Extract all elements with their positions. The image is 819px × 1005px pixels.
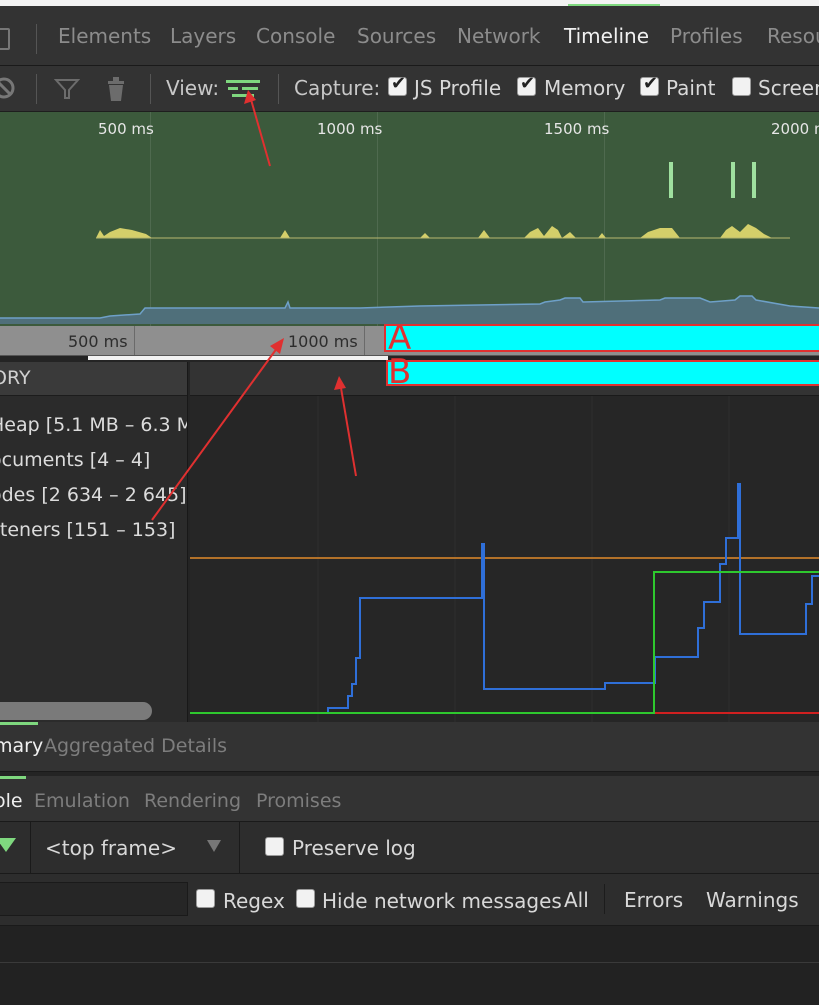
tab-separator (36, 24, 37, 54)
paint-label: Paint (666, 76, 716, 100)
drawer-tab-emulation[interactable]: Emulation (34, 790, 130, 812)
preserve-log-label: Preserve log (292, 836, 416, 860)
highlight-box-b (386, 360, 819, 386)
tab-summary[interactable]: mary (0, 735, 43, 757)
memory-label: Memory (544, 76, 626, 100)
hide-network-checkbox[interactable] (296, 889, 315, 908)
screenshots-label: Screen (758, 76, 819, 100)
paint-event-bar (669, 162, 673, 198)
hide-network-label: Hide network messages (322, 889, 562, 913)
nodes-line (190, 571, 819, 714)
memory-counters-panel: ORY Heap [5.1 MB – 6.3 M ocuments [4 – 4… (0, 362, 188, 722)
counter-js-heap[interactable]: Heap [5.1 MB – 6.3 M (0, 414, 187, 436)
tab-console[interactable]: Console (256, 24, 335, 48)
memory-panel-header: ORY (0, 362, 187, 396)
console-prompt-divider (0, 962, 819, 963)
screenshots-checkbox[interactable] (732, 77, 751, 96)
memory-checkbox[interactable]: ✔ (517, 73, 536, 96)
details-tab-indicator (0, 722, 38, 725)
garbage-collect-icon[interactable] (106, 76, 126, 102)
checkmark-icon: ✔ (390, 73, 407, 94)
drawer-tab-console[interactable]: ole (0, 790, 23, 812)
console-filter-bar: Regex Hide network messages All Errors W… (0, 874, 819, 926)
level-all[interactable]: All (564, 888, 589, 912)
filter-icon[interactable] (54, 78, 80, 100)
paint-event-bar (731, 162, 735, 198)
memory-counters-chart (190, 396, 819, 722)
paint-checkbox[interactable]: ✔ (640, 73, 659, 96)
regex-label: Regex (223, 889, 285, 913)
devtools-tab-bar: Elements Layers Console Sources Network … (0, 6, 819, 66)
flame-view-icon[interactable] (226, 78, 260, 98)
frame-selector[interactable]: <top frame> (30, 822, 240, 874)
selection-range-line (88, 356, 388, 360)
tab-network[interactable]: Network (457, 24, 541, 48)
paint-event-bar (752, 162, 756, 198)
frame-selector-value: <top frame> (45, 836, 177, 860)
level-warnings[interactable]: Warnings (706, 888, 799, 912)
drawer-tab-rendering[interactable]: Rendering (144, 790, 241, 812)
checkmark-icon: ✔ (519, 73, 536, 94)
drawer-tab-promises[interactable]: Promises (256, 790, 341, 812)
toolbar-separator (150, 74, 151, 104)
toolbar-separator (36, 74, 37, 104)
ruler-tick-label: 1000 ms (288, 332, 358, 351)
heap-line (327, 483, 819, 712)
console-filter-icon[interactable] (0, 838, 16, 852)
checkmark-icon: ✔ (642, 73, 659, 94)
memory-graph (190, 396, 819, 722)
details-tab-bar: mary Aggregated Details (0, 722, 819, 772)
level-separator (604, 884, 605, 914)
preserve-log-checkbox[interactable] (265, 837, 284, 856)
counter-nodes[interactable]: odes [2 634 – 2 645] (0, 484, 187, 506)
drawer-tab-bar: ole Emulation Rendering Promises (0, 776, 819, 822)
tab-elements[interactable]: Elements (58, 24, 151, 48)
tab-timeline[interactable]: Timeline (564, 24, 649, 48)
tab-sources[interactable]: Sources (357, 24, 436, 48)
highlight-box-a (384, 324, 819, 352)
view-label: View: (166, 76, 220, 100)
capture-label: Capture: (294, 76, 381, 100)
level-errors[interactable]: Errors (624, 888, 683, 912)
ruler-grid-line (364, 326, 365, 355)
js-profile-label: JS Profile (414, 76, 502, 100)
counter-listeners[interactable]: steners [151 – 153] (0, 519, 175, 541)
toolbar-separator (278, 74, 279, 104)
annotation-label-b: B (388, 352, 412, 392)
cpu-activity-area (96, 224, 772, 238)
ruler-tick-label: 500 ms (68, 332, 128, 351)
console-toolbar: <top frame> Preserve log (0, 822, 819, 874)
counter-documents[interactable]: ocuments [4 – 4] (0, 449, 150, 471)
chevron-down-icon (207, 840, 221, 852)
tab-profiles[interactable]: Profiles (670, 24, 743, 48)
tab-aggregated-details[interactable]: Aggregated Details (44, 735, 227, 757)
ruler-grid-line (134, 326, 135, 355)
horizontal-scrollbar[interactable] (0, 702, 152, 720)
drawer-tab-indicator (0, 776, 26, 779)
dock-icon[interactable] (0, 28, 10, 50)
clear-icon[interactable] (0, 76, 16, 100)
console-filter-input[interactable] (0, 882, 188, 916)
tab-resources[interactable]: Resou (767, 24, 819, 48)
tab-layers[interactable]: Layers (170, 24, 236, 48)
timeline-toolbar: View: Capture: ✔ JS Profile ✔ Memory ✔ P… (0, 66, 819, 112)
memory-panel-title: ORY (0, 367, 31, 389)
console-messages[interactable] (0, 926, 819, 1005)
timeline-overview[interactable]: 500 ms 1000 ms 1500 ms 2000 m (0, 112, 819, 326)
overview-graph (0, 162, 819, 324)
regex-checkbox[interactable] (196, 889, 215, 908)
js-profile-checkbox[interactable]: ✔ (388, 73, 407, 96)
